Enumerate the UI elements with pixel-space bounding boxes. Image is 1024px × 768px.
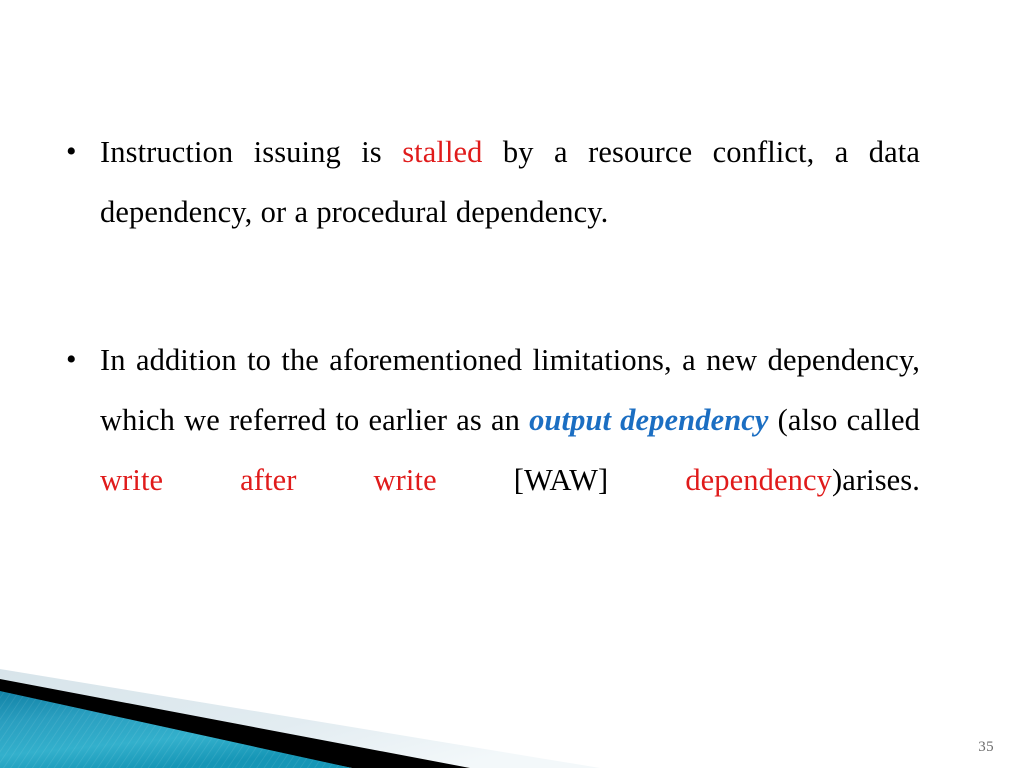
slide-canvas: • Instruction issuing is stalled by a re… bbox=[0, 0, 1024, 768]
teal-triangle-texture bbox=[0, 691, 352, 768]
text-run: [WAW] bbox=[436, 463, 686, 497]
bullet-text-2: In addition to the aforementioned limita… bbox=[100, 330, 920, 570]
bullet-marker-icon-1: • bbox=[66, 135, 77, 168]
slide-content-body: • Instruction issuing is stalled by a re… bbox=[60, 122, 920, 570]
pale-blue-wedge-shape bbox=[0, 669, 600, 768]
bullet-marker-icon-2: • bbox=[66, 343, 77, 376]
text-run-highlight-write-after-write: write after write bbox=[100, 463, 437, 497]
text-run: Instruction issuing is bbox=[100, 135, 403, 169]
text-run-highlight-stalled: stalled bbox=[402, 135, 483, 169]
text-run-highlight-output-dependency: output dependency bbox=[529, 403, 769, 437]
bullet-item-1: • Instruction issuing is stalled by a re… bbox=[60, 122, 920, 242]
bullet-item-2: • In addition to the aforementioned limi… bbox=[60, 330, 920, 570]
text-run: (also called bbox=[768, 403, 920, 437]
slide-number: 35 bbox=[978, 739, 994, 755]
teal-triangle-shape bbox=[0, 691, 352, 768]
bottom-left-corner-decoration bbox=[0, 633, 660, 768]
bullet-text-1: Instruction issuing is stalled by a reso… bbox=[100, 122, 920, 242]
black-wedge-shape bbox=[0, 679, 470, 768]
text-run: )arises. bbox=[831, 463, 920, 497]
text-run-highlight-dependency: dependency bbox=[685, 463, 832, 497]
